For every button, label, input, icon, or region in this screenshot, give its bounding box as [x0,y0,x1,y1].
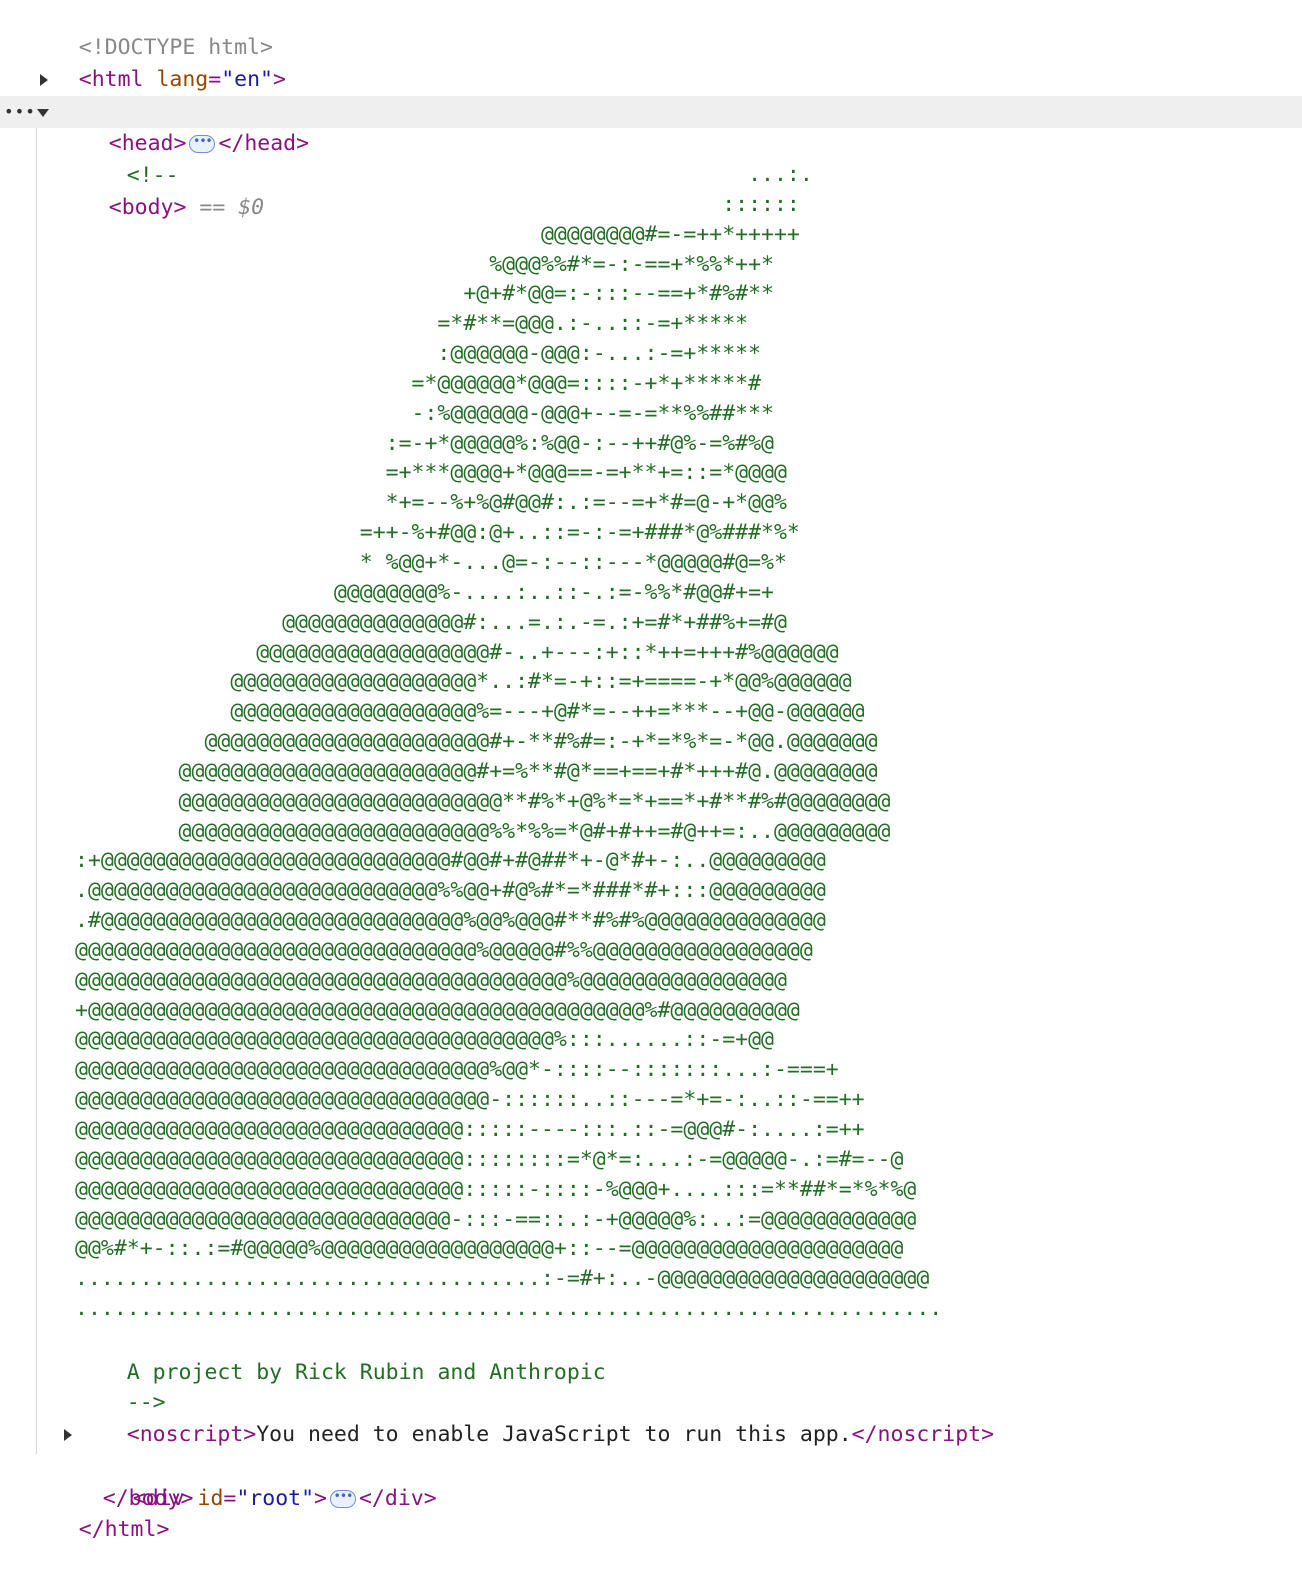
html-open-line[interactable]: <html lang="en"> [0,32,1302,92]
more-options-icon[interactable]: ••• [4,96,36,128]
comment-open-line[interactable]: <!-- [0,128,1302,188]
noscript-node[interactable]: <noscript>You need to enable JavaScript … [75,1387,994,1447]
body-node[interactable]: ••• <body> == $0 [0,96,1302,220]
body-close-line[interactable]: </body> [51,1451,194,1511]
credit-line: A project by Rick Rubin and Anthropic [75,1325,606,1385]
div-id-value: "root" [236,1486,315,1511]
root-div-node[interactable]: <div id="root"> ••• </div> [64,1419,437,1511]
html-close-line[interactable]: </html> [27,1482,170,1542]
div-close-tag: </div> [358,1486,437,1511]
devtools-elements-panel: <!DOCTYPE html> <html lang="en"> <head> •… [0,0,1302,1544]
expand-triangle-icon[interactable] [40,74,48,86]
expand-triangle-icon[interactable] [64,1429,72,1441]
head-node[interactable]: <head> ••• </head> [0,64,1302,156]
div-id-attr: id [197,1486,224,1511]
tree-guide-line [36,128,37,1454]
noscript-close-tag: </noscript> [851,1422,995,1447]
collapse-triangle-icon[interactable] [37,109,49,117]
doctype-line[interactable]: <!DOCTYPE html> [0,0,1302,60]
ascii-art-comment: ...:. :::::: @@@@@@@@#=-=++*+++++ %@@@%%… [75,162,943,1322]
html-close-tag: </html> [78,1517,170,1542]
credit-text: A project by Rick Rubin and Anthropic [126,1360,606,1385]
comment-close-line: --> [75,1355,166,1415]
ellipsis-badge-icon[interactable]: ••• [329,1490,356,1508]
